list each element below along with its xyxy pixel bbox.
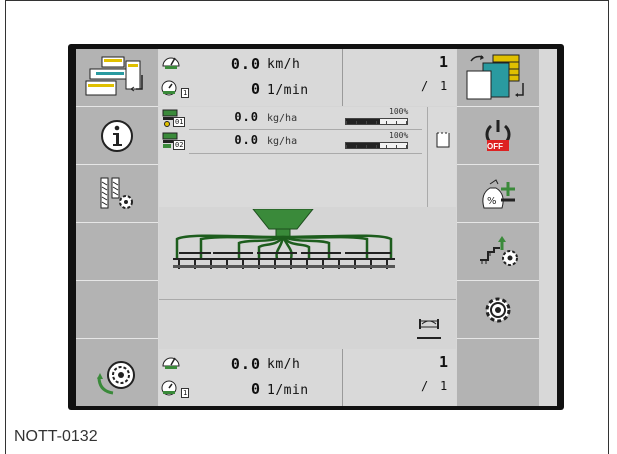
- hopper-level-icon: [436, 132, 450, 148]
- rate-percent-01: 100%: [389, 107, 409, 116]
- top-status-band: 0.0 km/h 1 0 1/min 1 / 1: [159, 49, 456, 106]
- top-band-divider: [342, 49, 343, 106]
- left-softkey-column: [76, 49, 158, 406]
- speed-unit: km/h: [267, 57, 301, 72]
- speed-unit-bottom: km/h: [267, 357, 301, 372]
- figure-caption: NOTT-0132: [14, 428, 98, 445]
- off-label: OFF: [487, 142, 503, 151]
- empty-softkey-l4[interactable]: [76, 223, 158, 281]
- rate-tag-02: 02: [173, 140, 186, 150]
- bottom-band-divider: [342, 349, 343, 406]
- center-work-area: 0.0 km/h 1 0 1/min 1 / 1 01 0.0 kg/ha 10…: [159, 49, 456, 406]
- info-button[interactable]: [76, 107, 158, 165]
- rate-panel-divider: [427, 107, 428, 207]
- rpm-gauge-icon-bottom: [161, 380, 177, 396]
- rpm-unit-bottom: 1/min: [267, 383, 309, 398]
- info-icon: [101, 119, 133, 152]
- rpm-channel-tag-bottom: 1: [181, 388, 190, 398]
- settings-button[interactable]: [457, 281, 539, 339]
- settings-gear-icon: [485, 297, 511, 322]
- menu-switch-icon: [85, 56, 143, 95]
- rate-tag-01: 01: [173, 117, 186, 127]
- rpm-channel-tag: 1: [181, 88, 190, 98]
- rate-value-01: 0.0: [234, 110, 259, 124]
- rate-panel: 01 0.0 kg/ha 100% 02 0.0 kg/ha 100%: [159, 107, 456, 207]
- rate-plus-button[interactable]: %: [457, 165, 539, 223]
- hydraulics-settings-button[interactable]: [457, 223, 539, 281]
- rate-percent-02: 100%: [389, 131, 409, 140]
- right-softkey-column: OFF %: [457, 49, 539, 406]
- rate-unit-02: kg/ha: [267, 136, 298, 147]
- menu-switch-left-button[interactable]: [76, 49, 158, 107]
- rpm-value: 0: [250, 80, 261, 98]
- menu-switch-right-icon: [466, 54, 524, 99]
- tramline-settings-icon: [100, 177, 133, 209]
- rpm-gauge-icon: [161, 80, 177, 96]
- speed-value: 0.0: [230, 55, 261, 73]
- speedometer-icon-bottom: [162, 357, 180, 369]
- drive-wheel-button[interactable]: [76, 348, 158, 406]
- counter-sub: 1: [440, 79, 448, 93]
- bottom-status-band: 0.0 km/h 1 0 1/min 1 / 1: [159, 349, 456, 406]
- counter-sub-bottom: 1: [440, 379, 448, 393]
- svg-text:%: %: [487, 196, 497, 207]
- hydraulics-settings-icon: [480, 235, 518, 266]
- tramline-settings-button[interactable]: [76, 165, 158, 223]
- axle-icon: [419, 319, 439, 329]
- drive-wheel-icon: [97, 361, 135, 395]
- seed-drill-diagram: [173, 209, 395, 269]
- empty-softkey-l5[interactable]: [76, 281, 158, 339]
- counter-value: 1: [439, 53, 449, 71]
- rate-value-02: 0.0: [234, 133, 259, 147]
- terminal-screen: 0.0 km/h 1 0 1/min 1 / 1 01 0.0 kg/ha 10…: [76, 49, 557, 406]
- counter-value-bottom: 1: [439, 353, 449, 371]
- counter-slash-bottom: /: [421, 379, 429, 393]
- rate-unit-01: kg/ha: [267, 113, 298, 124]
- power-off-button[interactable]: OFF: [457, 107, 539, 165]
- rate-bar-01: [345, 118, 408, 125]
- menu-switch-right-button[interactable]: [457, 49, 539, 107]
- rate-plus-icon: %: [482, 178, 515, 208]
- rpm-unit: 1/min: [267, 83, 309, 98]
- rpm-value-bottom: 0: [250, 380, 261, 398]
- counter-slash: /: [421, 79, 429, 93]
- speedometer-icon: [162, 57, 180, 69]
- empty-softkey-r6[interactable]: [457, 348, 539, 406]
- speed-value-bottom: 0.0: [230, 355, 261, 373]
- rate-bar-02: [345, 142, 408, 149]
